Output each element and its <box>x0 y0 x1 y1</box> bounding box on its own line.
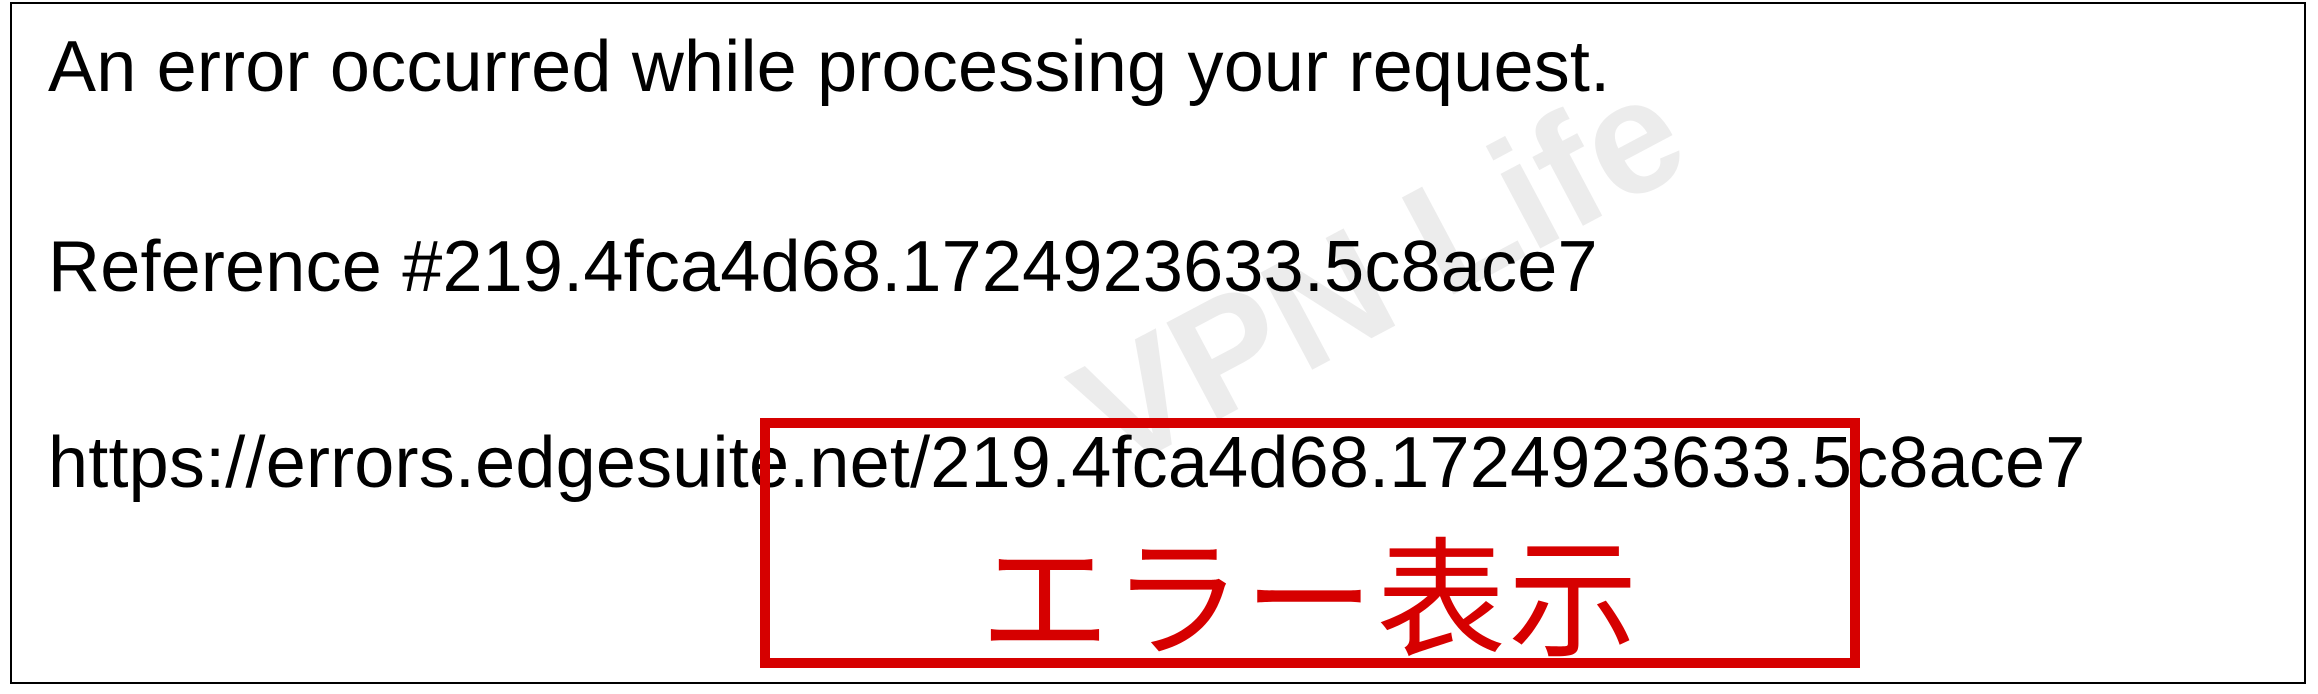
error-reference: Reference #219.4fca4d68.1724923633.5c8ac… <box>48 226 1598 308</box>
annotation-label: エラー表示 <box>760 496 1860 684</box>
error-message: An error occurred while processing your … <box>48 26 1610 108</box>
